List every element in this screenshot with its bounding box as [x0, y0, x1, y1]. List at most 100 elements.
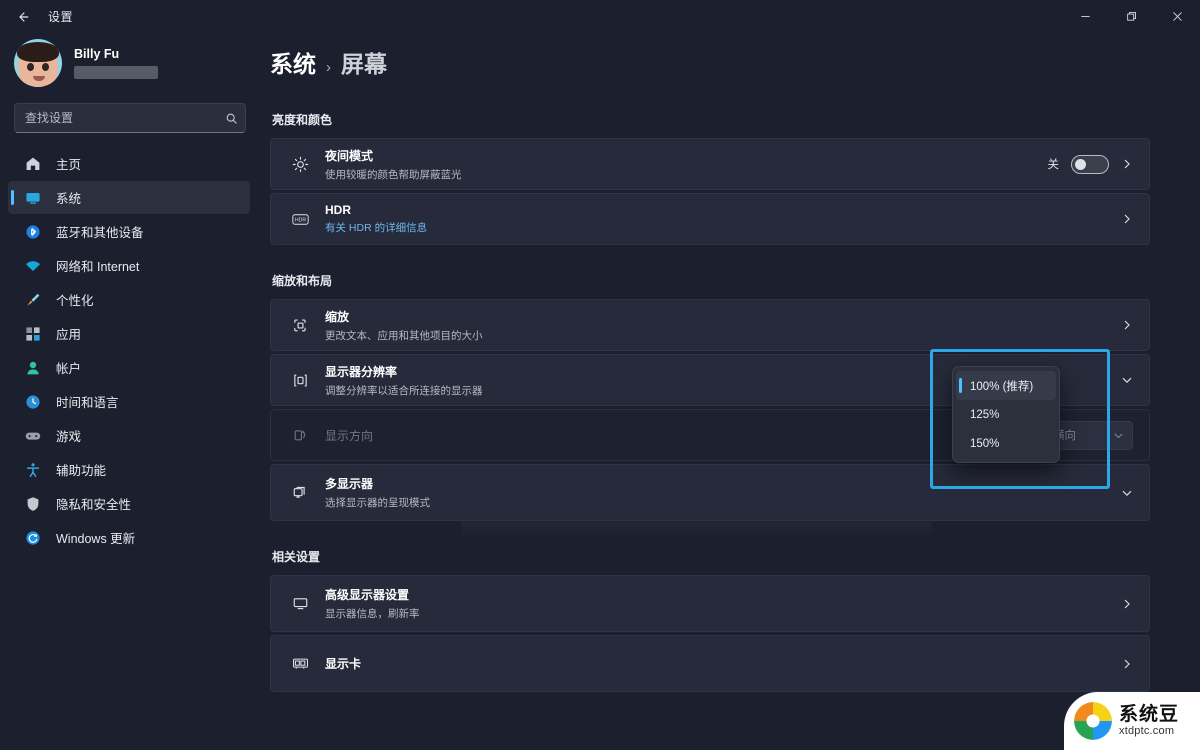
scale-option-125[interactable]: 125%	[956, 400, 1056, 429]
sidebar-item-label: 系统	[56, 192, 82, 206]
scroll-sheen	[462, 522, 932, 538]
scale-dropdown-flyout[interactable]: 100% (推荐) 125% 150%	[952, 366, 1060, 463]
close-button[interactable]	[1154, 0, 1200, 33]
row-night-light[interactable]: 夜间模式 使用较暖的颜色帮助屏蔽蓝光 关	[270, 138, 1150, 190]
update-icon	[22, 529, 44, 547]
section-title-related: 相关设置	[272, 550, 321, 564]
multi-monitor-icon	[285, 484, 315, 501]
sidebar-item-bluetooth[interactable]: 蓝牙和其他设备	[8, 215, 250, 248]
chevron-down-icon[interactable]	[1121, 487, 1133, 499]
graphics-card-icon	[285, 655, 315, 672]
breadcrumb-current: 屏幕	[341, 51, 387, 77]
svg-text:HDR: HDR	[294, 217, 305, 223]
row-hdr[interactable]: HDR HDR 有关 HDR 的详细信息	[270, 193, 1150, 245]
sidebar-item-privacy-security[interactable]: 隐私和安全性	[8, 487, 250, 520]
accessibility-icon	[22, 461, 44, 479]
watermark-title: 系统豆	[1119, 704, 1180, 726]
sidebar-item-label: 应用	[56, 328, 82, 342]
sidebar-item-network[interactable]: 网络和 Internet	[8, 249, 250, 282]
profile-email-redacted	[74, 66, 158, 79]
monitor-icon	[22, 189, 44, 207]
sidebar-nav: 主页 系统 蓝牙和其他设备 网络和 Internet 个性化 应用 帐户 时间和…	[0, 147, 250, 554]
brush-icon	[22, 291, 44, 309]
sidebar: Billy Fu 查找设置 主页 系统 蓝牙和其他设备 网络和 Internet…	[0, 33, 262, 750]
close-icon	[1172, 12, 1182, 21]
row-subtitle: 调整分辨率以适合所连接的显示器	[325, 384, 483, 397]
sidebar-item-label: 游戏	[56, 430, 82, 444]
shield-icon	[22, 495, 44, 513]
profile-name: Billy Fu	[74, 47, 120, 61]
chevron-right-icon[interactable]	[1121, 598, 1133, 610]
breadcrumb-root[interactable]: 系统	[270, 45, 316, 79]
display-advanced-icon	[285, 595, 315, 612]
row-subtitle: 显示器信息，刷新率	[325, 608, 420, 620]
row-title: 缩放	[325, 309, 350, 324]
user-profile[interactable]: Billy Fu	[0, 33, 250, 97]
sidebar-item-label: Windows 更新	[56, 532, 136, 546]
chevron-right-icon[interactable]	[1121, 213, 1133, 225]
row-subtitle: 更改文本、应用和其他项目的大小	[325, 329, 483, 342]
watermark-logo-icon	[1074, 702, 1112, 740]
chevron-right-icon[interactable]	[1121, 319, 1133, 331]
title-bar: 设置	[0, 0, 1200, 33]
sidebar-item-gaming[interactable]: 游戏	[8, 419, 250, 452]
chevron-right-icon[interactable]	[1121, 158, 1133, 170]
section-title-brightness: 亮度和颜色	[272, 113, 333, 127]
row-advanced-display[interactable]: 高级显示器设置 显示器信息，刷新率	[270, 575, 1150, 632]
row-graphics-card[interactable]: 显示卡	[270, 635, 1150, 692]
sidebar-item-label: 网络和 Internet	[56, 260, 140, 274]
window-title: 设置	[48, 10, 74, 24]
sidebar-item-label: 隐私和安全性	[56, 498, 132, 512]
scale-option-label: 150%	[970, 437, 1000, 450]
sidebar-item-label: 帐户	[56, 362, 82, 376]
row-title: 夜间模式	[325, 148, 374, 163]
row-scale[interactable]: 缩放 更改文本、应用和其他项目的大小	[270, 299, 1150, 351]
minimize-button[interactable]	[1062, 0, 1108, 33]
night-light-state-label: 关	[1047, 159, 1060, 171]
sidebar-item-accounts[interactable]: 帐户	[8, 351, 250, 384]
sidebar-item-home[interactable]: 主页	[8, 147, 250, 180]
window-controls	[1062, 0, 1200, 33]
sidebar-item-label: 主页	[56, 158, 82, 172]
chevron-down-icon[interactable]	[1121, 374, 1133, 386]
main-content: 系统 › 屏幕 亮度和颜色 夜间模式 使用较暖的颜色帮助屏蔽蓝光 关 HDR H…	[262, 33, 1200, 750]
chevron-right-icon[interactable]	[1121, 658, 1133, 670]
sidebar-item-label: 辅助功能	[56, 464, 107, 478]
search-box[interactable]	[14, 103, 246, 133]
scale-option-label: 100% (推荐)	[970, 380, 1034, 393]
sidebar-item-accessibility[interactable]: 辅助功能	[8, 453, 250, 486]
row-subtitle: 使用较暖的颜色帮助屏蔽蓝光	[325, 168, 462, 181]
sidebar-item-apps[interactable]: 应用	[8, 317, 250, 350]
sidebar-item-windows-update[interactable]: Windows 更新	[8, 521, 250, 554]
sidebar-item-system[interactable]: 系统	[8, 181, 250, 214]
home-icon	[22, 155, 44, 173]
watermark: 系统豆 xtdptc.com	[1064, 692, 1200, 750]
minimize-icon	[1080, 16, 1090, 17]
row-title: 多显示器	[325, 477, 374, 491]
scale-option-100[interactable]: 100% (推荐)	[956, 371, 1056, 400]
sidebar-item-label: 时间和语言	[56, 396, 119, 410]
account-icon	[22, 359, 44, 377]
search-icon	[217, 112, 245, 125]
row-subtitle: 选择显示器的呈现模式	[325, 497, 430, 509]
watermark-url: xtdptc.com	[1119, 724, 1175, 737]
restore-button[interactable]	[1108, 0, 1154, 33]
search-input[interactable]	[15, 111, 217, 125]
restore-icon	[1126, 12, 1136, 21]
sidebar-item-personalization[interactable]: 个性化	[8, 283, 250, 316]
section-title-scale-layout: 缩放和布局	[272, 274, 333, 288]
night-light-toggle[interactable]	[1071, 154, 1109, 174]
hdr-icon: HDR	[285, 211, 315, 228]
row-subtitle-link[interactable]: 有关 HDR 的详细信息	[325, 220, 427, 235]
bluetooth-icon	[22, 223, 44, 241]
back-button[interactable]	[6, 2, 40, 32]
row-title: 显示器分辨率	[325, 364, 398, 379]
scale-option-150[interactable]: 150%	[956, 429, 1056, 458]
orientation-icon	[285, 427, 315, 444]
row-title: 显示方向	[325, 428, 374, 443]
settings-window: 设置 Billy Fu 查找设置 主页 系统 蓝牙和其他设备 网络和 Inter…	[0, 0, 1200, 750]
clock-icon	[22, 393, 44, 411]
row-multi-display[interactable]: 多显示器 选择显示器的呈现模式	[270, 464, 1150, 521]
sidebar-item-time-language[interactable]: 时间和语言	[8, 385, 250, 418]
row-title: HDR	[325, 203, 351, 217]
